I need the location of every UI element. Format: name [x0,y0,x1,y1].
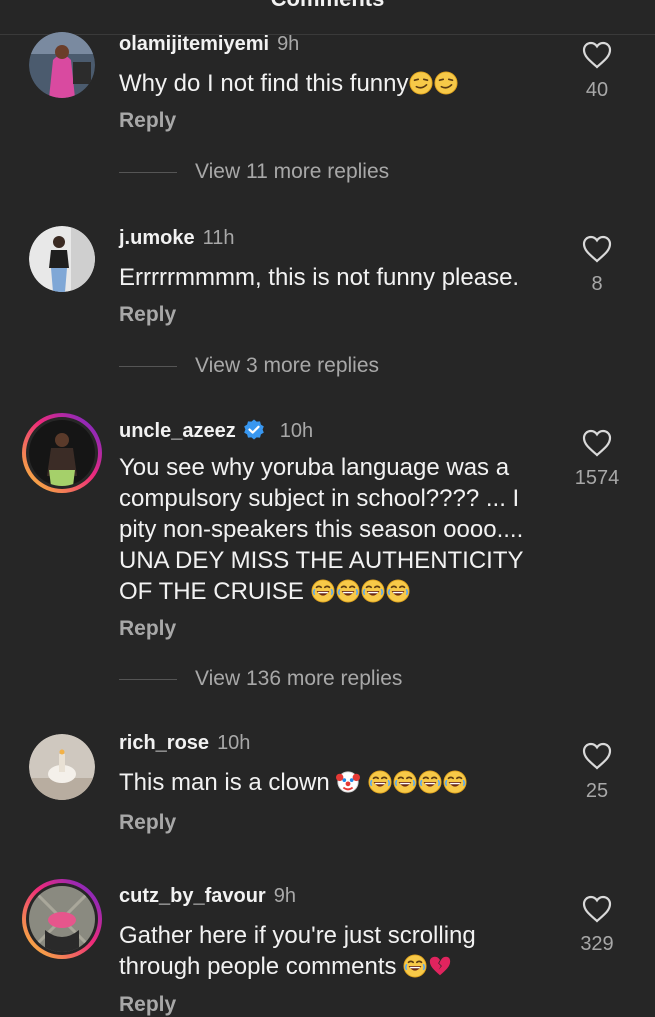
divider [119,171,177,173]
comment-text-line: compulsory subject in school???? ... I [119,485,520,512]
avatar[interactable] [29,734,95,800]
clown-emoji-icon [336,770,360,794]
laugh-emoji-icon [311,579,335,603]
like-button[interactable]: 40 [567,41,627,102]
comment-text: Gather here if you're just scrolling thr… [119,920,549,982]
laugh-emoji-icon [418,770,442,794]
heart-icon [582,235,612,263]
reply-button[interactable]: Reply [119,811,176,835]
comment-text: Errrrrmmmm, this is not funny please. [119,264,520,291]
timestamp: 10h [279,420,314,442]
laugh-emoji-icon [368,770,392,794]
comment-text: You see why yoruba language was a compul… [119,452,549,607]
laugh-emoji-icon [403,954,427,978]
comment-meta: uncle_azeez 10h [119,418,313,443]
reply-button[interactable]: Reply [119,303,176,327]
timestamp: 11h [202,227,235,249]
avatar[interactable] [29,226,95,292]
comment-text-line: UNA DEY MISS THE AUTHENTICITY [119,547,524,574]
like-button[interactable]: 1574 [561,429,633,490]
like-count: 329 [580,933,614,955]
comment-text-line: Gather here if you're just scrolling [119,922,476,949]
header-title: Comments [0,0,655,12]
divider [119,365,177,367]
heart-icon [582,895,612,923]
comment-meta: cutz_by_favour 9h [119,885,296,908]
smirk-emoji-icon [409,71,433,95]
avatar[interactable] [29,32,95,98]
avatar-story[interactable] [22,413,102,493]
like-count: 40 [585,79,609,101]
divider [119,678,177,680]
heart-icon [582,41,612,69]
username[interactable]: j.umoke [119,227,195,249]
comment-text-content: Why do I not find this funny [119,70,409,97]
view-replies-button[interactable]: View 136 more replies [119,667,402,691]
laugh-emoji-icon [336,579,360,603]
like-button[interactable]: 329 [567,895,627,956]
like-button[interactable]: 25 [567,742,627,803]
like-count: 25 [585,780,609,802]
comment-text-line-with-emoji: OF THE CRUISE [119,576,549,607]
comment-text: This man is a clown [119,767,549,798]
like-count: 8 [591,273,603,295]
comment-text-line: through people comments [119,953,397,980]
broken-heart-emoji-icon [428,954,452,978]
avatar-story[interactable] [22,879,102,959]
comment-meta: olamijitemiyemi 9h [119,33,299,56]
comment-text: Why do I not find this funny [119,68,549,99]
comment-text-line: OF THE CRUISE [119,578,304,605]
view-replies-label: View 3 more replies [195,354,380,377]
heart-icon [582,429,612,457]
like-count: 1574 [574,467,620,489]
comment-text-line-with-emoji: through people comments [119,951,549,982]
comment-text-content: This man is a clown [119,769,330,796]
username[interactable]: uncle_azeez [119,420,236,442]
reply-button[interactable]: Reply [119,617,176,641]
heart-icon [582,742,612,770]
laugh-emoji-icon [361,579,385,603]
comment-text-line: pity non-speakers this season oooo.... [119,516,524,543]
username[interactable]: olamijitemiyemi [119,33,269,55]
view-replies-button[interactable]: View 11 more replies [119,160,389,184]
reply-button[interactable]: Reply [119,109,176,133]
view-replies-button[interactable]: View 3 more replies [119,354,379,378]
timestamp: 9h [273,885,296,907]
laugh-emoji-icon [443,770,467,794]
comment-meta: j.umoke 11h [119,227,234,250]
like-button[interactable]: 8 [567,235,627,296]
username[interactable]: cutz_by_favour [119,885,266,907]
laugh-emoji-icon [386,579,410,603]
username[interactable]: rich_rose [119,732,209,754]
reply-button[interactable]: Reply [119,993,176,1017]
timestamp: 10h [217,732,251,754]
view-replies-label: View 136 more replies [195,667,403,690]
timestamp: 9h [277,33,300,55]
smirk-emoji-icon [434,71,458,95]
comment-meta: rich_rose 10h [119,732,250,755]
laugh-emoji-icon [393,770,417,794]
view-replies-label: View 11 more replies [195,160,390,183]
comments-header: Comments [0,0,655,35]
verified-badge-icon [242,418,266,442]
comment-text-line: You see why yoruba language was a [119,454,510,481]
